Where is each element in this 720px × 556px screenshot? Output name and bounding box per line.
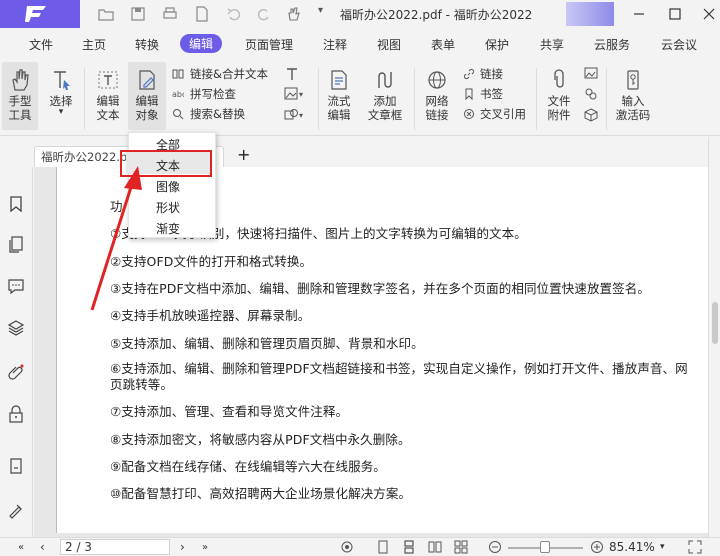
fullscreen-icon[interactable]: [688, 540, 702, 554]
prev-page-icon[interactable]: ‹: [40, 540, 45, 554]
zoom-in-icon[interactable]: [590, 540, 604, 554]
last-page-icon[interactable]: »: [202, 542, 208, 553]
zoom-dropdown-icon[interactable]: ▾: [660, 542, 665, 552]
zoom-slider-thumb[interactable]: [540, 541, 550, 553]
page-number-input[interactable]: 2 / 3: [60, 539, 170, 555]
facing-pages-icon[interactable]: [428, 540, 442, 554]
view-mode-icon[interactable]: [340, 540, 354, 554]
page-indicator: 2 / 3: [65, 540, 92, 554]
first-page-icon[interactable]: «: [18, 542, 24, 553]
single-page-icon[interactable]: [376, 540, 390, 554]
zoom-out-icon[interactable]: [488, 540, 502, 554]
red-arrow-annotation: [90, 166, 142, 311]
status-bar: « ‹ 2 / 3 › » 85.41% ▾: [0, 537, 720, 556]
continuous-facing-icon[interactable]: [454, 540, 468, 554]
continuous-page-icon[interactable]: [402, 540, 416, 554]
zoom-level[interactable]: 85.41%: [609, 540, 655, 554]
next-page-icon[interactable]: ›: [180, 540, 185, 554]
